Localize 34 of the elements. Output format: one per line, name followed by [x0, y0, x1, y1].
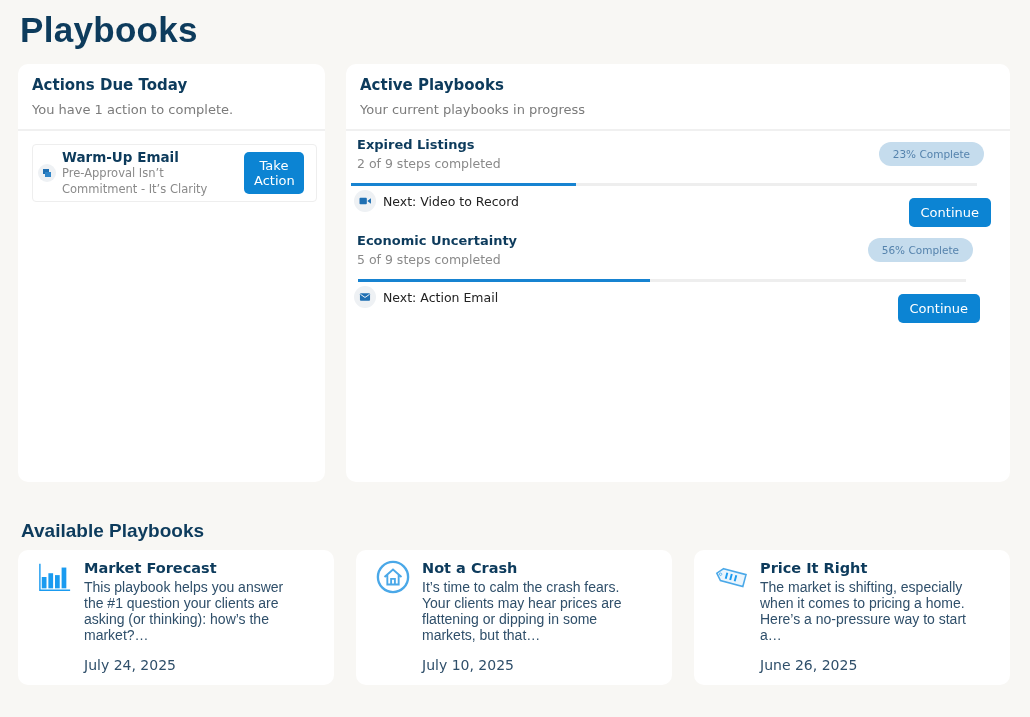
- action-subtitle: Pre-Approval Isn’t Commitment - It’s Clarity: [62, 165, 209, 198]
- continue-button[interactable]: Continue: [908, 198, 991, 227]
- playbook-title: Price It Right: [760, 560, 869, 576]
- playbook-description: It’s time to calm the crash fears. Your clients may hear prices are flattening or dipping in some markets, but that…: [422, 579, 623, 644]
- playbook-card[interactable]: Not a Crash It’s time to calm the crash fears. Your clients may hear prices are flattening or dipping in some markets, but that… July 10, 2025: [356, 550, 672, 685]
- card-subtitle: Your current playbooks in progress: [360, 102, 587, 117]
- house-icon: [376, 560, 410, 594]
- playbook-date: July 24, 2025: [84, 657, 177, 674]
- card-title: Actions Due Today: [32, 76, 189, 94]
- playbook-description: The market is shifting, especially when it comes to pricing a home. Here’s a no-pressure way to start a…: [760, 579, 967, 644]
- playbook-description: This playbook helps you answer the #1 question your clients are asking (or thinking): how’s the market?…: [84, 579, 285, 644]
- section-title: Available Playbooks: [21, 520, 206, 542]
- playbook-card[interactable]: Market Forecast This playbook helps you answer the #1 question your clients are asking (or thinking): how’s the market?… July 24, 2025: [18, 550, 334, 685]
- card-title: Active Playbooks: [360, 76, 505, 94]
- card-subtitle: You have 1 action to complete.: [32, 102, 235, 117]
- video-camera-icon: [354, 190, 376, 212]
- page-title: Playbooks: [20, 10, 199, 50]
- playbook-title: Expired Listings: [357, 137, 476, 152]
- playbook-title: Not a Crash: [422, 560, 519, 576]
- continue-button[interactable]: Continue: [897, 294, 980, 323]
- playbook-card[interactable]: Price It Right The market is shifting, especially when it comes to pricing a home. Here’s a no-pressure way to start a… June 26, 2025: [694, 550, 1010, 685]
- completion-badge: 23% Complete: [878, 142, 984, 166]
- action-title: Warm-Up Email: [62, 149, 180, 165]
- playbook-steps: 2 of 9 steps completed: [357, 156, 501, 171]
- take-action-button[interactable]: Take Action: [244, 152, 304, 195]
- playbook-date: June 26, 2025: [760, 657, 859, 674]
- next-step: Next: Video to Record: [383, 193, 519, 209]
- playbook-title: Economic Uncertainty: [357, 233, 518, 248]
- playbook-title: Market Forecast: [84, 560, 218, 576]
- envelope-icon: [354, 286, 376, 308]
- next-step: Next: Action Email: [383, 289, 499, 305]
- playbook-date: July 10, 2025: [422, 657, 515, 674]
- playbook-steps: 5 of 9 steps completed: [357, 252, 518, 267]
- completion-badge: 56% Complete: [867, 238, 973, 262]
